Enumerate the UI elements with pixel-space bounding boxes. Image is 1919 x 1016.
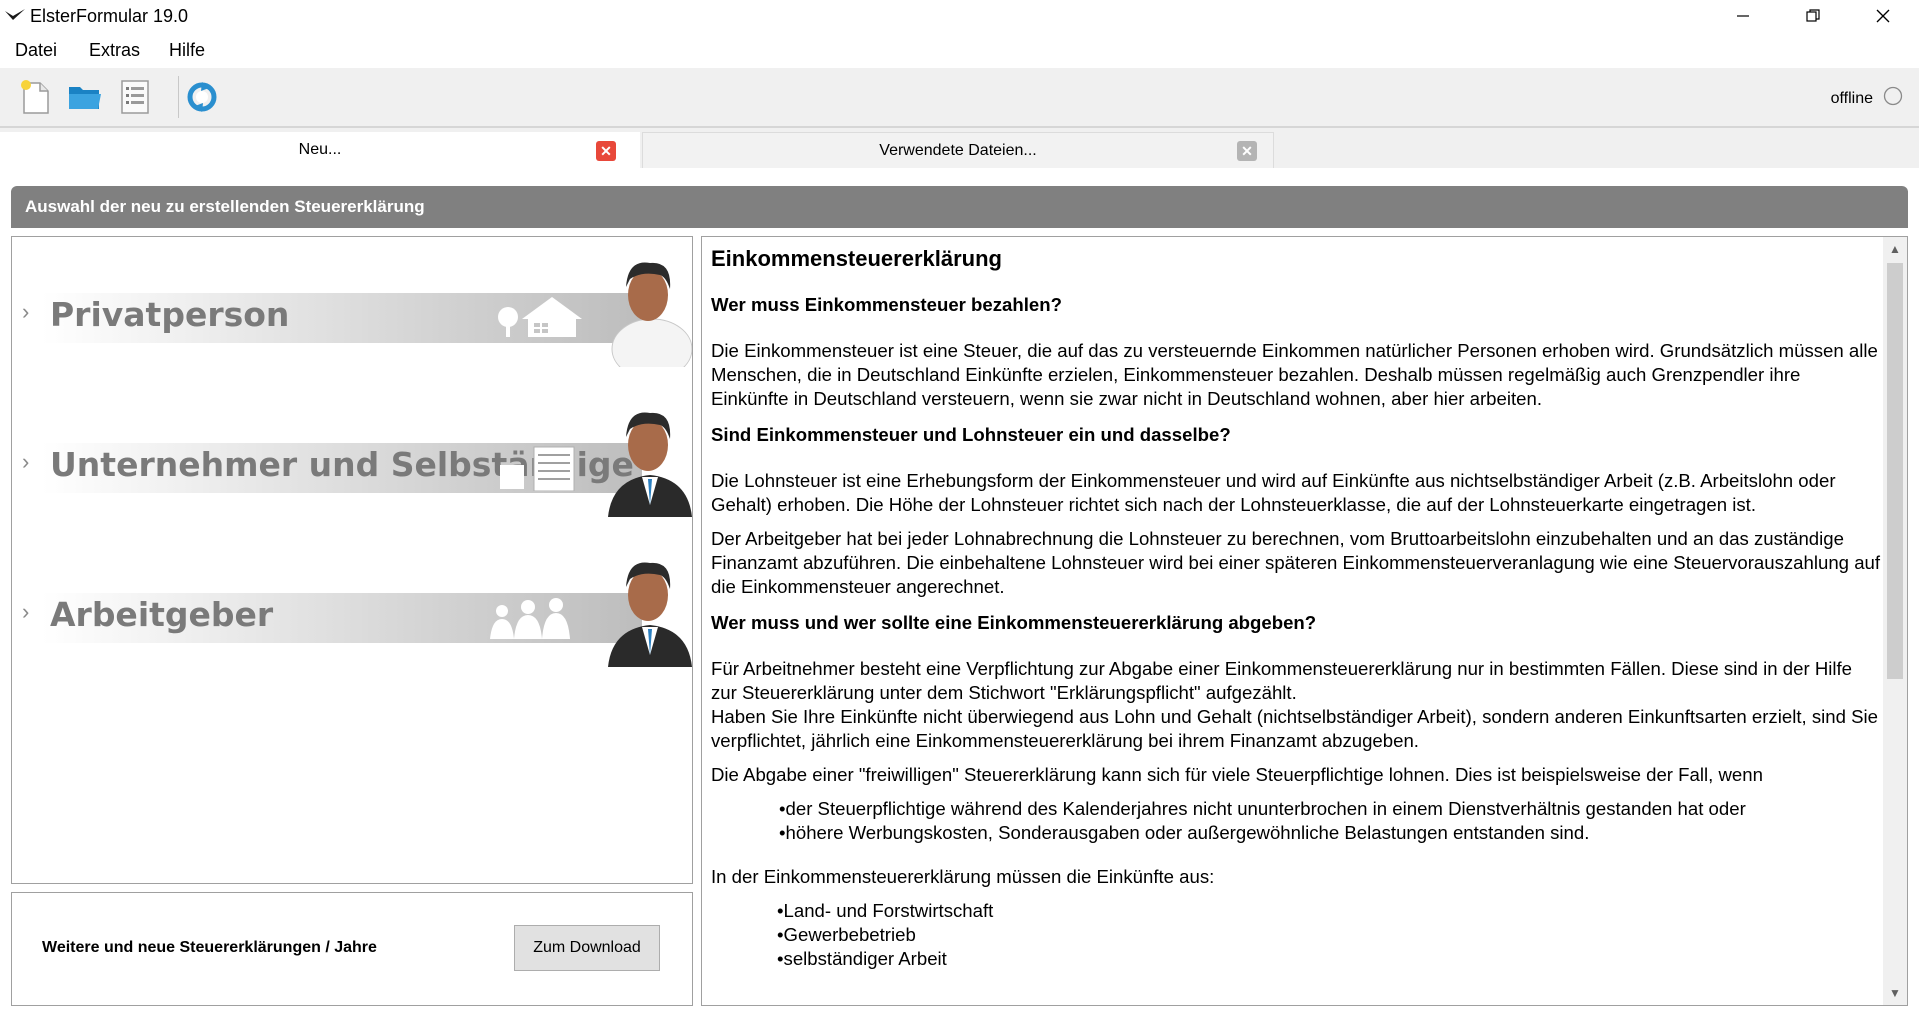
tab-close-button[interactable]: ✕	[1237, 141, 1257, 161]
close-window-button[interactable]	[1848, 0, 1918, 32]
option-unternehmer[interactable]: › Unternehmer und Selbständige	[12, 387, 692, 517]
info-list: Land- und Forstwirtschaft Gewerbebetrieb…	[711, 899, 1881, 971]
info-paragraph: Der Arbeitgeber hat bei jeder Lohnabrech…	[711, 528, 1881, 597]
elster-logo-icon	[5, 9, 25, 20]
minimize-button[interactable]	[1708, 0, 1778, 32]
info-heading: Sind Einkommensteuer und Lohnsteuer ein …	[711, 424, 1231, 445]
refresh-button[interactable]	[183, 78, 221, 116]
list-item: selbständiger Arbeit	[777, 947, 1881, 971]
scroll-up-button[interactable]: ▲	[1883, 237, 1907, 261]
chevron-down-icon: ▼	[1889, 986, 1901, 1000]
info-heading: Wer muss und wer sollte eine Einkommenst…	[711, 612, 1317, 633]
info-list: der Steuerpflichtige während des Kalende…	[711, 797, 1881, 845]
tab-verwendete-dateien[interactable]: Verwendete Dateien... ✕	[642, 132, 1274, 168]
list-icon	[121, 80, 149, 114]
option-arbeitgeber[interactable]: › Arbeitgeber	[12, 537, 692, 667]
info-paragraph: Die Abgabe einer "freiwilligen" Steuerer…	[711, 764, 1763, 785]
building-document-icon	[500, 446, 575, 491]
people-group-icon	[490, 598, 570, 639]
chevron-right-icon: ›	[22, 299, 30, 324]
menu-extras[interactable]: Extras	[89, 40, 140, 61]
vertical-scrollbar[interactable]: ▲ ▼	[1883, 237, 1907, 1005]
list-button[interactable]	[116, 78, 154, 116]
list-item: der Steuerpflichtige während des Kalende…	[779, 797, 1881, 821]
refresh-icon	[187, 82, 217, 112]
chevron-up-icon: ▲	[1889, 242, 1901, 256]
employer-icon	[608, 562, 692, 667]
declaration-type-panel: › Privatperson › Unternehmer und Selbstä…	[11, 236, 693, 884]
menu-datei[interactable]: Datei	[15, 40, 57, 61]
toolbar-separator	[178, 76, 179, 118]
open-folder-button[interactable]	[66, 78, 104, 116]
status-circle-icon	[1883, 86, 1903, 106]
list-item: Land- und Forstwirtschaft	[777, 899, 1881, 923]
option-label: Privatperson	[50, 295, 290, 334]
info-heading: Wer muss Einkommensteuer bezahlen?	[711, 294, 1062, 315]
toolbar: offline	[0, 68, 1919, 128]
title-bar: ElsterFormular 19.0	[0, 0, 1919, 32]
minimize-icon	[1737, 15, 1749, 17]
info-panel: Einkommensteuererklärung Wer muss Einkom…	[701, 236, 1908, 1006]
info-paragraph: In der Einkommensteuererklärung müssen d…	[711, 866, 1215, 887]
tab-label: Verwendete Dateien...	[879, 141, 1037, 159]
close-icon	[1876, 9, 1890, 23]
scroll-down-button[interactable]: ▼	[1883, 981, 1907, 1005]
chevron-right-icon: ›	[22, 449, 30, 474]
close-icon: ✕	[1241, 142, 1253, 159]
close-icon: ✕	[600, 142, 612, 159]
option-privatperson[interactable]: › Privatperson	[12, 237, 692, 367]
tab-close-button[interactable]: ✕	[596, 141, 616, 161]
tab-neu[interactable]: Neu... ✕	[0, 132, 640, 168]
chevron-right-icon: ›	[22, 599, 30, 624]
download-panel: Weitere und neue Steuererklärungen / Jah…	[11, 892, 693, 1006]
info-paragraph: Für Arbeitnehmer besteht eine Verpflicht…	[711, 658, 1853, 703]
info-title: Einkommensteuererklärung	[711, 246, 1002, 271]
window-title: ElsterFormular 19.0	[30, 6, 189, 26]
download-label: Weitere und neue Steuererklärungen / Jah…	[42, 939, 377, 956]
download-button[interactable]: Zum Download	[514, 925, 660, 971]
section-title: Auswahl der neu zu erstellenden Steuerer…	[25, 197, 425, 216]
open-folder-icon	[69, 87, 101, 109]
info-content: Einkommensteuererklärung Wer muss Einkom…	[711, 245, 1881, 981]
house-tree-icon	[498, 297, 582, 337]
menu-bar: Datei Extras Hilfe	[0, 32, 1919, 68]
new-document-button[interactable]	[16, 78, 54, 116]
new-document-icon	[21, 80, 49, 114]
restore-button[interactable]	[1778, 0, 1848, 32]
option-label: Arbeitgeber	[50, 595, 274, 634]
businessman-icon	[608, 412, 692, 517]
connection-status: offline	[1830, 90, 1873, 107]
info-paragraph: Haben Sie Ihre Einkünfte nicht überwiege…	[711, 706, 1878, 751]
scroll-thumb[interactable]	[1887, 263, 1903, 679]
list-item: Gewerbebetrieb	[777, 923, 1881, 947]
info-paragraph: Die Lohnsteuer ist eine Erhebungsform de…	[711, 470, 1836, 515]
info-paragraph: Die Einkommensteuer ist eine Steuer, die…	[711, 340, 1878, 409]
private-person-icon	[611, 262, 692, 367]
section-header: Auswahl der neu zu erstellenden Steuerer…	[11, 186, 1908, 228]
tab-label: Neu...	[298, 141, 342, 158]
list-item: höhere Werbungskosten, Sonderausgaben od…	[779, 821, 1881, 845]
menu-hilfe[interactable]: Hilfe	[169, 40, 205, 61]
tab-bar: Neu... ✕ Verwendete Dateien... ✕	[0, 128, 1919, 168]
restore-icon	[1806, 9, 1820, 22]
